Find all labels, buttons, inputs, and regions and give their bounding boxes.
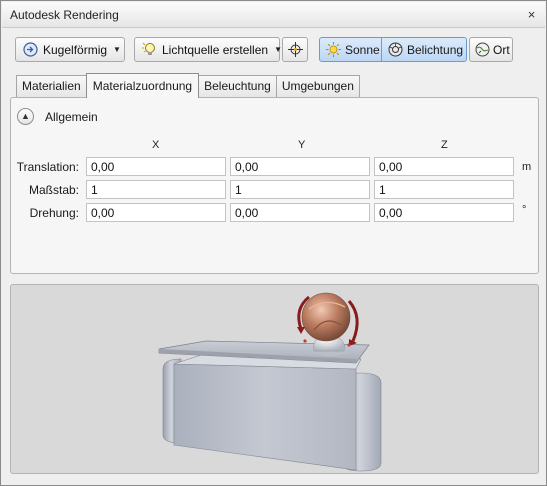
sun-toggle[interactable]: Sonne	[319, 37, 382, 62]
column-header-x: X	[152, 139, 160, 151]
translation-label: Translation:	[16, 160, 79, 174]
mapping-type-dropdown[interactable]: Kugelförmig ▼	[15, 37, 125, 62]
mapping-type-label: Kugelförmig	[43, 42, 108, 57]
toolbar: Kugelförmig ▼ Lichtquelle erstellen ▼ So…	[1, 29, 546, 73]
sphere-mapping-icon	[22, 41, 39, 58]
light-target-button[interactable]	[282, 37, 308, 62]
sun-icon	[325, 41, 342, 58]
globe-icon	[474, 41, 491, 58]
general-panel: ▲ Allgemein X Y Z Translation: 0,00 0,00…	[10, 97, 539, 274]
light-bulb-icon	[141, 41, 158, 58]
scale-y-field[interactable]: 1	[230, 180, 370, 199]
scale-z-field[interactable]: 1	[374, 180, 514, 199]
rotation-y-field[interactable]: 0,00	[230, 203, 370, 222]
close-icon[interactable]: ×	[524, 7, 539, 22]
section-title: Allgemein	[45, 110, 98, 124]
chevron-up-icon[interactable]: ▲	[17, 108, 34, 125]
tab-umgebungen[interactable]: Umgebungen	[275, 75, 360, 97]
sun-label: Sonne	[345, 42, 380, 57]
rotation-unit: °	[522, 204, 527, 216]
exposure-toggle[interactable]: Belichtung	[381, 37, 467, 62]
tab-materialien[interactable]: Materialien	[16, 75, 87, 97]
exposure-icon	[387, 41, 404, 58]
exposure-label: Belichtung	[407, 42, 464, 57]
crosshair-icon	[287, 41, 304, 58]
column-header-y: Y	[298, 139, 306, 151]
column-header-z: Z	[441, 139, 448, 151]
rotation-label: Drehung:	[29, 206, 79, 220]
create-light-label: Lichtquelle erstellen	[162, 42, 269, 57]
material-preview-viewport[interactable]	[10, 284, 539, 474]
location-label: Ort	[493, 42, 510, 57]
translation-unit: m	[522, 161, 532, 173]
rotation-x-field[interactable]: 0,00	[86, 203, 226, 222]
title-bar: Autodesk Rendering ×	[2, 2, 545, 28]
tab-bar: Materialien Materialzuordnung Beleuchtun…	[16, 73, 360, 98]
translation-y-field[interactable]: 0,00	[230, 157, 370, 176]
rendering-window: Autodesk Rendering × Kugelförmig ▼ Licht…	[0, 0, 547, 486]
preview-scene	[158, 292, 382, 472]
create-light-dropdown[interactable]: Lichtquelle erstellen ▼	[134, 37, 282, 62]
translation-x-field[interactable]: 0,00	[86, 157, 226, 176]
sun-exposure-toggle-group: Sonne Belichtung	[319, 37, 467, 62]
tab-beleuchtung[interactable]: Beleuchtung	[198, 75, 277, 97]
window-title: Autodesk Rendering	[10, 8, 119, 22]
chevron-down-icon: ▼	[274, 45, 282, 54]
translation-z-field[interactable]: 0,00	[374, 157, 514, 176]
chevron-down-icon: ▼	[113, 45, 121, 54]
location-button[interactable]: Ort	[469, 37, 513, 62]
tab-materialzuordnung[interactable]: Materialzuordnung	[85, 73, 200, 98]
scale-x-field[interactable]: 1	[86, 180, 226, 199]
scale-label: Maßstab:	[28, 183, 79, 197]
rotation-z-field[interactable]: 0,00	[374, 203, 514, 222]
